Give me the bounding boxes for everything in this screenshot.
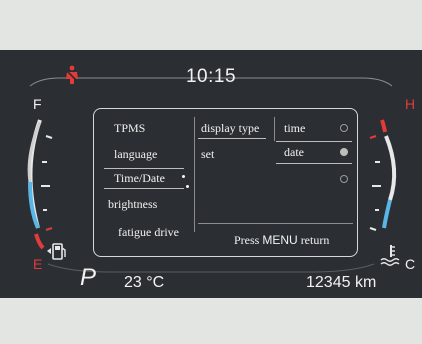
menu-item-brightness[interactable]: brightness: [108, 197, 157, 212]
temp-tick: [369, 135, 377, 139]
fuel-full-label: F: [33, 96, 42, 112]
selection-line-bottom: [104, 188, 184, 189]
menu-item-fatigue-drive[interactable]: fatigue drive: [118, 225, 179, 240]
fuel-gauge-arc-reserve: [34, 233, 45, 250]
bottom-bezel: [0, 298, 422, 344]
top-bezel: [0, 0, 422, 50]
submenu-selection-line: [198, 138, 266, 139]
option-date[interactable]: date: [284, 145, 304, 160]
temp-gauge-arc-upper: [384, 135, 397, 201]
temp-gauge-arc-hot: [380, 119, 387, 133]
temp-tick: [369, 227, 377, 231]
hint-suffix: return: [300, 233, 330, 247]
option-separator: [276, 163, 352, 164]
menu-hint: Press MENU return: [234, 233, 329, 248]
instrument-cluster: 10:15 F E H C TPMS language Time/Date br…: [0, 50, 422, 298]
option-time[interactable]: time: [284, 121, 305, 136]
option-third-radio[interactable]: [340, 175, 348, 183]
submenu-item-display-type[interactable]: display type: [201, 121, 259, 136]
coolant-temperature-icon: [380, 245, 400, 266]
hint-prefix: Press: [234, 233, 260, 247]
menu-item-language[interactable]: language: [114, 147, 157, 162]
menu-item-tpms[interactable]: TPMS: [114, 121, 145, 136]
temp-cold-label: C: [405, 256, 416, 272]
hint-separator: [198, 223, 353, 224]
option-date-radio[interactable]: [340, 148, 348, 156]
outside-temperature: 23 °C: [124, 274, 165, 291]
clock-display: 10:15: [185, 66, 237, 87]
gear-indicator: P: [80, 264, 97, 291]
selection-dot: [182, 175, 185, 178]
fuel-tick: [45, 135, 53, 139]
temp-hot-label: H: [405, 96, 416, 112]
fuel-tick: [45, 227, 53, 231]
menu-item-time-date[interactable]: Time/Date: [114, 171, 165, 186]
fuel-pump-icon: [47, 243, 66, 260]
selection-line-top: [104, 168, 184, 169]
odometer: 12345 km: [306, 274, 377, 291]
submenu-item-set[interactable]: set: [201, 147, 214, 162]
hint-menu-key: MENU: [262, 233, 298, 247]
option-time-radio[interactable]: [340, 124, 348, 132]
menu-column-divider: [194, 117, 195, 232]
option-separator: [276, 141, 352, 142]
fuel-empty-label: E: [33, 256, 43, 272]
selection-dot: [186, 185, 189, 188]
settings-menu-panel: TPMS language Time/Date brightness fatig…: [93, 108, 358, 257]
temp-gauge-arc-level: [382, 199, 392, 229]
